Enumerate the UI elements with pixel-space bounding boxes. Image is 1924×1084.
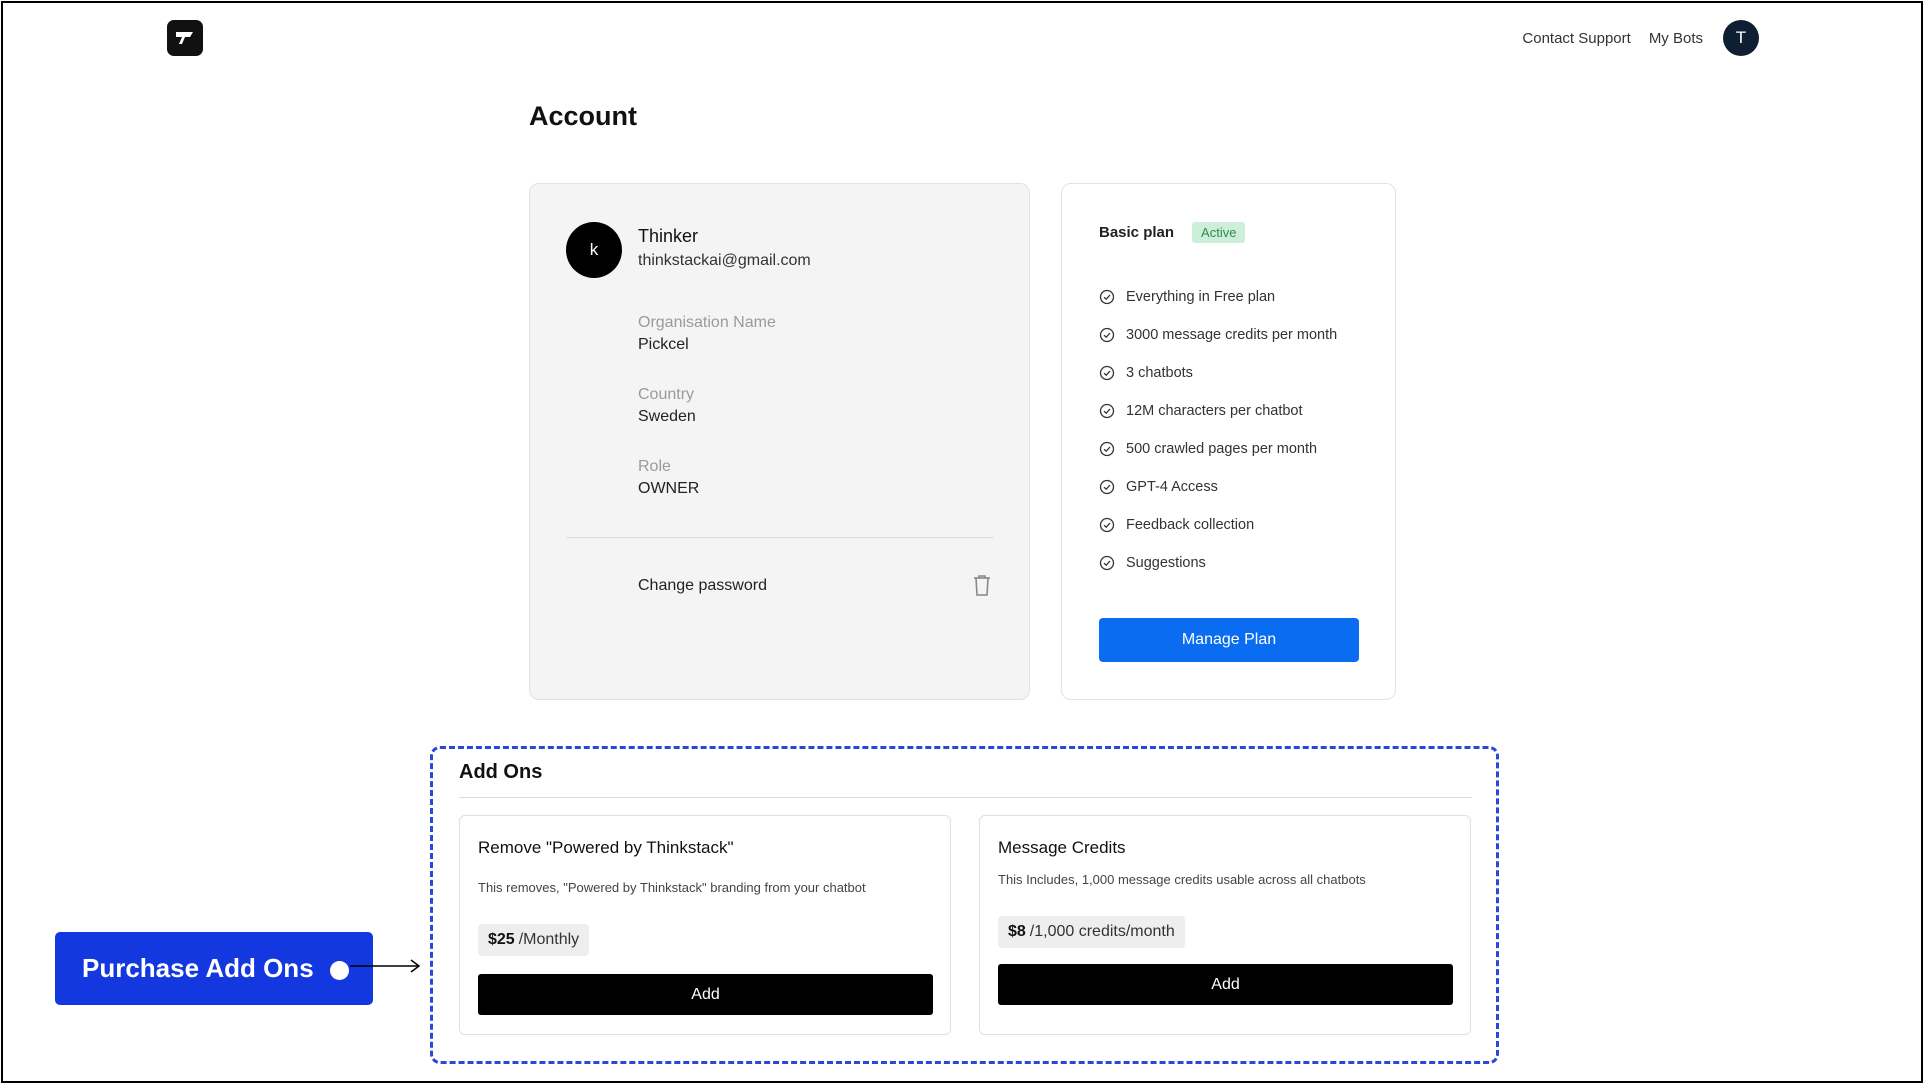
country-field: Country Sweden [638,386,696,426]
feature-item: Feedback collection [1099,506,1337,544]
feature-item: GPT-4 Access [1099,468,1337,506]
user-avatar-button[interactable]: T [1723,20,1759,56]
profile-name: Thinker [638,226,699,246]
addons-section: Add Ons Remove "Powered by Thinkstack" T… [430,746,1499,1064]
add-message-credits-button[interactable]: Add [998,964,1453,1005]
addons-title: Add Ons [459,761,543,783]
arrow-right-icon [350,959,421,973]
addon-description: This removes, "Powered by Thinkstack" br… [478,880,866,895]
price-period: /1,000 credits/month [1029,923,1175,940]
feature-item: 3000 message credits per month [1099,316,1337,354]
trash-icon[interactable] [971,573,993,597]
plan-name: Basic plan [1099,224,1175,241]
addon-description: This Includes, 1,000 message credits usa… [998,872,1366,887]
addon-card-remove-branding: Remove "Powered by Thinkstack" This remo… [459,815,951,1035]
plan-header: Basic plan Active [1099,222,1246,243]
role-label: Role [638,458,671,475]
feature-label: 3000 message credits per month [1126,327,1338,343]
contact-support-link[interactable]: Contact Support [1522,30,1630,47]
feature-label: Everything in Free plan [1126,289,1276,305]
check-circle-icon [1099,479,1115,495]
callout-dot [330,961,349,980]
plan-card: Basic plan Active Everything in Free pla… [1061,183,1396,700]
country-value: Sweden [638,408,696,425]
price-chip: $8 /1,000 credits/month [998,916,1185,948]
feature-label: Feedback collection [1126,517,1255,533]
feature-item: Everything in Free plan [1099,278,1337,316]
feature-item: 500 crawled pages per month [1099,430,1337,468]
organisation-value: Pickcel [638,336,689,353]
check-circle-icon [1099,555,1115,571]
addons-divider [459,797,1472,798]
feature-label: 12M characters per chatbot [1126,403,1303,419]
manage-plan-button[interactable]: Manage Plan [1099,618,1359,662]
check-circle-icon [1099,441,1115,457]
addon-card-message-credits: Message Credits This Includes, 1,000 mes… [979,815,1471,1035]
organisation-field: Organisation Name Pickcel [638,314,776,354]
top-nav: Contact Support My Bots T [1522,20,1759,56]
profile-avatar: k [566,222,622,278]
profile-card: k Thinker thinkstackai@gmail.com Organis… [529,183,1030,700]
add-remove-branding-button[interactable]: Add [478,974,933,1015]
price-chip: $25 /Monthly [478,924,590,956]
check-circle-icon [1099,365,1115,381]
check-circle-icon [1099,327,1115,343]
logo-icon [176,32,193,44]
change-password-link[interactable]: Change password [638,577,767,595]
country-label: Country [638,386,695,403]
feature-item: 3 chatbots [1099,354,1337,392]
price-period: /Monthly [518,931,580,948]
callout-text: Purchase Add Ons [82,953,314,983]
role-field: Role OWNER [638,458,699,498]
organisation-label: Organisation Name [638,314,776,331]
logo[interactable] [167,20,203,56]
check-circle-icon [1099,289,1115,305]
feature-label: 3 chatbots [1126,365,1193,381]
profile-divider [566,537,994,538]
price-amount: $8 [1008,923,1026,940]
feature-item: 12M characters per chatbot [1099,392,1337,430]
my-bots-link[interactable]: My Bots [1649,30,1703,47]
status-badge: Active [1192,222,1246,243]
check-circle-icon [1099,517,1115,533]
profile-email: thinkstackai@gmail.com [638,252,811,269]
plan-features: Everything in Free plan 3000 message cre… [1099,278,1337,582]
feature-label: 500 crawled pages per month [1126,441,1318,457]
page-title: Account [529,101,637,131]
addon-title: Message Credits [998,838,1126,857]
feature-label: GPT-4 Access [1126,479,1218,495]
purchase-addons-callout: Purchase Add Ons [55,932,373,1005]
price-amount: $25 [488,931,515,948]
feature-item: Suggestions [1099,544,1337,582]
feature-label: Suggestions [1126,555,1206,571]
check-circle-icon [1099,403,1115,419]
role-value: OWNER [638,480,700,497]
addon-title: Remove "Powered by Thinkstack" [478,838,734,857]
